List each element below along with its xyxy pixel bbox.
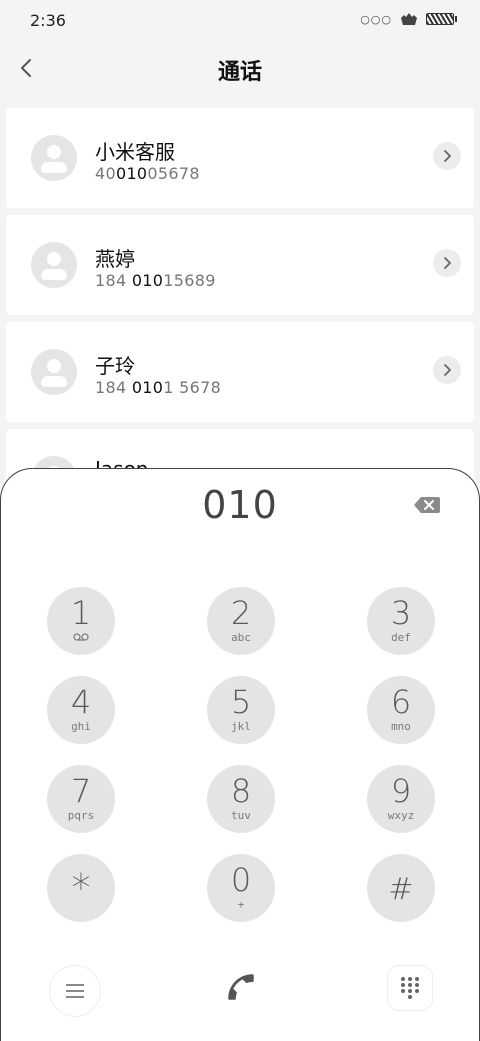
voicemail-icon bbox=[73, 633, 89, 641]
dialed-number: 010 bbox=[202, 483, 278, 527]
key-5[interactable]: 5 jkl bbox=[207, 676, 275, 744]
battery-icon bbox=[426, 13, 457, 25]
phone-icon bbox=[228, 974, 254, 1000]
contact-number: 184 01015689 bbox=[95, 271, 216, 290]
matched-digits: 010 bbox=[131, 271, 164, 290]
contact-number: 4001005678 bbox=[95, 164, 200, 183]
key-2[interactable]: 2 abc bbox=[207, 587, 275, 655]
contact-name: 燕婷 bbox=[95, 247, 135, 271]
key-1[interactable]: 1 bbox=[47, 587, 115, 655]
dialpad-toggle-button[interactable] bbox=[387, 965, 433, 1011]
key-6[interactable]: 6 mno bbox=[367, 676, 435, 744]
key-star[interactable]: * bbox=[47, 854, 115, 922]
key-4[interactable]: 4 ghi bbox=[47, 676, 115, 744]
key-hash[interactable]: # bbox=[367, 854, 435, 922]
header: 通话 bbox=[0, 44, 480, 96]
notification-icon bbox=[401, 13, 417, 25]
dialpad-icon bbox=[401, 977, 419, 999]
chevron-right-icon bbox=[444, 257, 451, 269]
status-icons: ○○○ bbox=[360, 12, 457, 26]
status-time: 2:36 bbox=[30, 11, 66, 30]
chevron-right-icon bbox=[444, 150, 451, 162]
contact-item[interactable]: 小米客服 4001005678 bbox=[6, 108, 474, 208]
contact-detail-button[interactable] bbox=[433, 142, 461, 170]
backspace-icon bbox=[414, 497, 440, 513]
menu-icon bbox=[66, 984, 84, 998]
avatar bbox=[31, 135, 77, 181]
key-0[interactable]: 0 + bbox=[207, 854, 275, 922]
avatar bbox=[31, 349, 77, 395]
contact-number: 184 0101 5678 bbox=[95, 378, 222, 397]
signal-dots-icon: ○○○ bbox=[360, 12, 392, 26]
contact-detail-button[interactable] bbox=[433, 249, 461, 277]
chevron-right-icon bbox=[444, 364, 451, 376]
menu-button[interactable] bbox=[49, 965, 101, 1017]
key-3[interactable]: 3 def bbox=[367, 587, 435, 655]
contact-item[interactable]: 燕婷 184 01015689 bbox=[6, 215, 474, 315]
key-9[interactable]: 9 wxyz bbox=[367, 765, 435, 833]
contact-detail-button[interactable] bbox=[433, 356, 461, 384]
matched-digits: 010 bbox=[115, 164, 148, 183]
key-8[interactable]: 8 tuv bbox=[207, 765, 275, 833]
status-bar: 2:36 ○○○ bbox=[0, 0, 480, 40]
key-7[interactable]: 7 pqrs bbox=[47, 765, 115, 833]
backspace-button[interactable] bbox=[413, 495, 441, 515]
avatar bbox=[31, 242, 77, 288]
dialer-action-bar bbox=[1, 963, 480, 1023]
call-button[interactable] bbox=[217, 963, 265, 1011]
contact-name: 子玲 bbox=[95, 354, 135, 378]
dialer-panel: 010 1 2 abc 3 def 4 ghi 5 jkl 6 mno 7 pq… bbox=[0, 468, 480, 1041]
contact-item[interactable]: 子玲 184 0101 5678 bbox=[6, 322, 474, 422]
matched-digits: 010 bbox=[131, 378, 164, 397]
contact-name: 小米客服 bbox=[95, 140, 175, 164]
page-title: 通话 bbox=[217, 60, 262, 85]
